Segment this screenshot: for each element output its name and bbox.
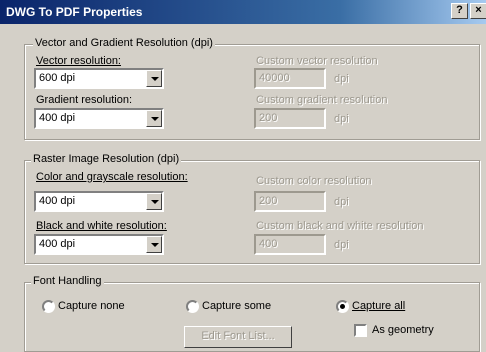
custom-gradient-input: 200 (254, 108, 326, 129)
color-resolution-select[interactable]: 400 dpi (34, 191, 164, 212)
capture-some-label[interactable]: Capture some (202, 300, 271, 312)
bw-resolution-select[interactable]: 400 dpi (34, 234, 164, 255)
vector-resolution-label: Vector resolution: (36, 55, 121, 67)
color-resolution-value: 400 dpi (39, 195, 76, 207)
custom-vector-value: 40000 (259, 72, 290, 84)
capture-all-label[interactable]: Capture all (352, 300, 405, 312)
custom-bw-value: 400 (259, 238, 278, 250)
custom-bw-unit: dpi (334, 239, 349, 251)
window-title: DWG To PDF Properties (6, 5, 143, 19)
vector-gradient-group-label: Vector and Gradient Resolution (dpi) (33, 37, 215, 49)
vector-resolution-value: 600 dpi (39, 72, 76, 84)
custom-vector-input: 40000 (254, 68, 326, 89)
close-button[interactable]: × (470, 3, 486, 19)
custom-gradient-value: 200 (259, 112, 278, 124)
chevron-down-icon[interactable] (146, 110, 162, 127)
custom-vector-unit: dpi (334, 73, 349, 85)
capture-none-radio[interactable] (42, 300, 55, 313)
gradient-resolution-label: Gradient resolution: (36, 94, 132, 106)
as-geometry-checkbox[interactable] (354, 324, 367, 337)
edit-font-list-button: Edit Font List... (184, 326, 292, 348)
font-handling-group-label: Font Handling (31, 275, 104, 287)
gradient-resolution-value: 400 dpi (39, 112, 76, 124)
custom-color-input: 200 (254, 191, 326, 212)
custom-vector-label: Custom vector resolution (256, 55, 378, 67)
chevron-down-icon[interactable] (146, 236, 162, 253)
custom-color-unit: dpi (334, 196, 349, 208)
capture-none-label[interactable]: Capture none (58, 300, 125, 312)
custom-bw-input: 400 (254, 234, 326, 255)
help-button[interactable]: ? (451, 3, 468, 19)
chevron-down-icon[interactable] (146, 70, 162, 87)
as-geometry-label[interactable]: As geometry (372, 324, 434, 336)
chevron-down-icon[interactable] (146, 193, 162, 210)
custom-gradient-label: Custom gradient resolution (256, 94, 388, 106)
custom-color-label: Custom color resolution (256, 175, 372, 187)
gradient-resolution-select[interactable]: 400 dpi (34, 108, 164, 129)
custom-gradient-unit: dpi (334, 113, 349, 125)
capture-some-radio[interactable] (186, 300, 199, 313)
color-resolution-label: Color and grayscale resolution: (36, 171, 188, 183)
title-bar: DWG To PDF Properties ? × (0, 0, 486, 24)
capture-all-radio[interactable] (336, 300, 349, 313)
custom-color-value: 200 (259, 195, 278, 207)
raster-resolution-group-label: Raster Image Resolution (dpi) (31, 153, 182, 165)
bw-resolution-label: Black and white resolution: (36, 220, 167, 232)
vector-resolution-select[interactable]: 600 dpi (34, 68, 164, 89)
custom-bw-label: Custom black and white resolution (256, 220, 424, 232)
bw-resolution-value: 400 dpi (39, 238, 76, 250)
